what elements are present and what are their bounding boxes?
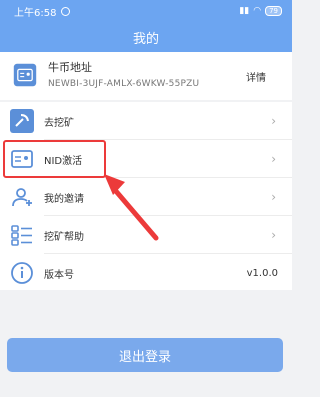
menu-list: 去挖矿 › NID激活 › 我的邀请 › 挖矿帮助 › 版本号 v1.0.0 bbox=[0, 102, 292, 290]
chevron-right-icon: › bbox=[271, 190, 276, 204]
signal-icon: ▮▮ bbox=[239, 6, 250, 16]
status-bar: 上午6:58 ▮▮ ◠ 79 bbox=[0, 0, 292, 22]
status-time: 上午6:58 bbox=[14, 7, 57, 19]
menu-item-mining[interactable]: 去挖矿 › bbox=[0, 106, 292, 136]
mining-icon bbox=[10, 109, 34, 133]
address-card[interactable]: 牛币地址 NEWBI-3UJF-AMLX-6WKW-55PZU 详情 bbox=[0, 52, 292, 100]
wallet-card-icon bbox=[10, 60, 40, 90]
divider bbox=[44, 253, 292, 254]
menu-item-invites[interactable]: 我的邀请 › bbox=[0, 182, 292, 212]
menu-item-version: 版本号 v1.0.0 bbox=[0, 258, 292, 288]
add-user-icon bbox=[10, 185, 34, 209]
logout-button[interactable]: 退出登录 bbox=[7, 338, 283, 372]
chevron-right-icon: › bbox=[271, 152, 276, 166]
chevron-right-icon: › bbox=[271, 114, 276, 128]
address-value: NEWBI-3UJF-AMLX-6WKW-55PZU bbox=[48, 79, 200, 89]
chevron-right-icon: › bbox=[271, 228, 276, 242]
menu-item-label: 版本号 bbox=[44, 269, 74, 281]
info-icon bbox=[10, 261, 34, 285]
battery-icon: 79 bbox=[265, 6, 282, 16]
divider bbox=[44, 215, 292, 216]
version-value: v1.0.0 bbox=[246, 267, 278, 279]
menu-item-label: 去挖矿 bbox=[44, 117, 74, 129]
menu-item-label: 挖矿帮助 bbox=[44, 231, 84, 243]
address-detail-link[interactable]: 详情 bbox=[246, 69, 266, 84]
wifi-icon: ◠ bbox=[253, 6, 262, 16]
menu-item-label: 我的邀请 bbox=[44, 193, 84, 205]
highlight-box bbox=[3, 140, 106, 178]
app-header: 上午6:58 ▮▮ ◠ 79 我的 bbox=[0, 0, 292, 52]
list-icon bbox=[10, 223, 34, 247]
menu-item-mining-help[interactable]: 挖矿帮助 › bbox=[0, 220, 292, 250]
alarm-icon bbox=[61, 6, 71, 16]
address-title: 牛币地址 bbox=[48, 61, 92, 74]
page-title: 我的 bbox=[132, 31, 159, 47]
